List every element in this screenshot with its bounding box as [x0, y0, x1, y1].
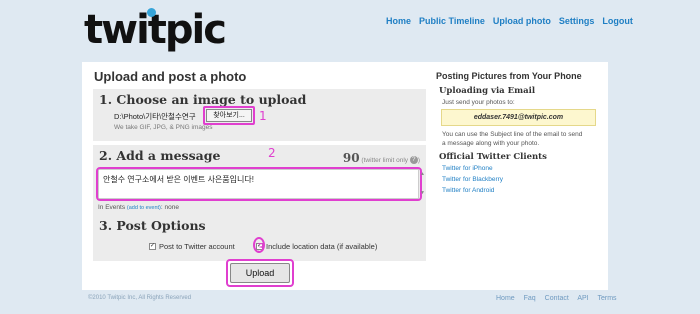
- scroll-down-icon[interactable]: ▼: [420, 190, 425, 196]
- annotation-circle-4: [226, 259, 294, 287]
- nav-upload-photo[interactable]: Upload photo: [493, 16, 551, 26]
- scroll-up-icon[interactable]: ▲: [420, 171, 425, 177]
- annotation-mark-1: 1: [259, 109, 267, 123]
- file-path-field[interactable]: D:\Photo\기타\안철수연구: [114, 111, 196, 122]
- upload-email-address: eddaser.7491@twitpic.com: [441, 109, 596, 126]
- choose-image-section: 1. Choose an image to upload D:\Photo\기타…: [93, 89, 426, 141]
- client-link-android[interactable]: Twitter for Android: [442, 187, 494, 194]
- footer-link-contact[interactable]: Contact: [545, 295, 569, 302]
- location-option[interactable]: ✓ Include location data (if available): [256, 242, 377, 251]
- client-link-blackberry[interactable]: Twitter for Blackberry: [442, 176, 503, 183]
- file-type-note: We take GIF, JPG, & PNG images: [114, 124, 213, 131]
- top-nav: Home Public Timeline Upload photo Settin…: [386, 16, 641, 26]
- add-to-event-link[interactable]: (add to event): [127, 205, 161, 211]
- step1-title: 1. Choose an image to upload: [99, 92, 307, 107]
- nav-logout[interactable]: Logout: [602, 16, 633, 26]
- nav-public-timeline[interactable]: Public Timeline: [419, 16, 485, 26]
- help-icon[interactable]: ?: [409, 156, 418, 165]
- annotation-circle-1: [203, 106, 255, 125]
- main-panel: Upload and post a photo 1. Choose an ima…: [82, 62, 608, 290]
- footer-link-faq[interactable]: Faq: [524, 295, 536, 302]
- footer-link-api[interactable]: API: [577, 295, 588, 302]
- email-note: You can use the Subject line of the emai…: [442, 131, 583, 147]
- email-heading: Uploading via Email: [439, 86, 536, 96]
- char-counter: 90 (twitter limit only ?): [342, 151, 420, 165]
- post-options-section: 3. Post Options ✓ Post to Twitter accoun…: [93, 215, 426, 261]
- footer-link-terms[interactable]: Terms: [597, 295, 616, 302]
- footer-link-home[interactable]: Home: [496, 295, 515, 302]
- nav-home[interactable]: Home: [386, 16, 411, 26]
- step3-title: 3. Post Options: [99, 218, 206, 233]
- page-title: Upload and post a photo: [94, 69, 247, 84]
- footer: ©2010 Twitpic Inc, All Rights Reserved H…: [0, 292, 700, 314]
- events-line: In Events (add to event): none: [98, 204, 179, 211]
- twitpic-logo[interactable]: twitpic: [84, 6, 227, 54]
- client-link-iphone[interactable]: Twitter for iPhone: [442, 165, 493, 172]
- annotation-circle-2: [96, 167, 422, 201]
- add-message-section: 2. Add a message 2 90 (twitter limit onl…: [93, 145, 426, 219]
- step2-title: 2. Add a message: [99, 148, 221, 163]
- post-twitter-option[interactable]: ✓ Post to Twitter account: [149, 242, 235, 251]
- post-twitter-checkbox[interactable]: ✓: [149, 243, 156, 250]
- annotation-mark-2: 2: [268, 146, 276, 160]
- clients-heading: Official Twitter Clients: [439, 152, 547, 162]
- footer-links: Home Faq Contact API Terms: [496, 295, 624, 302]
- email-intro: Just send your photos to:: [442, 99, 515, 106]
- sidebar-title: Posting Pictures from Your Phone: [436, 71, 582, 81]
- annotation-mark-3: 3: [257, 241, 265, 255]
- header: twitpic Home Public Timeline Upload phot…: [0, 0, 700, 62]
- copyright: ©2010 Twitpic Inc, All Rights Reserved: [88, 295, 192, 301]
- nav-settings[interactable]: Settings: [559, 16, 595, 26]
- logo-dot-icon: [147, 8, 156, 17]
